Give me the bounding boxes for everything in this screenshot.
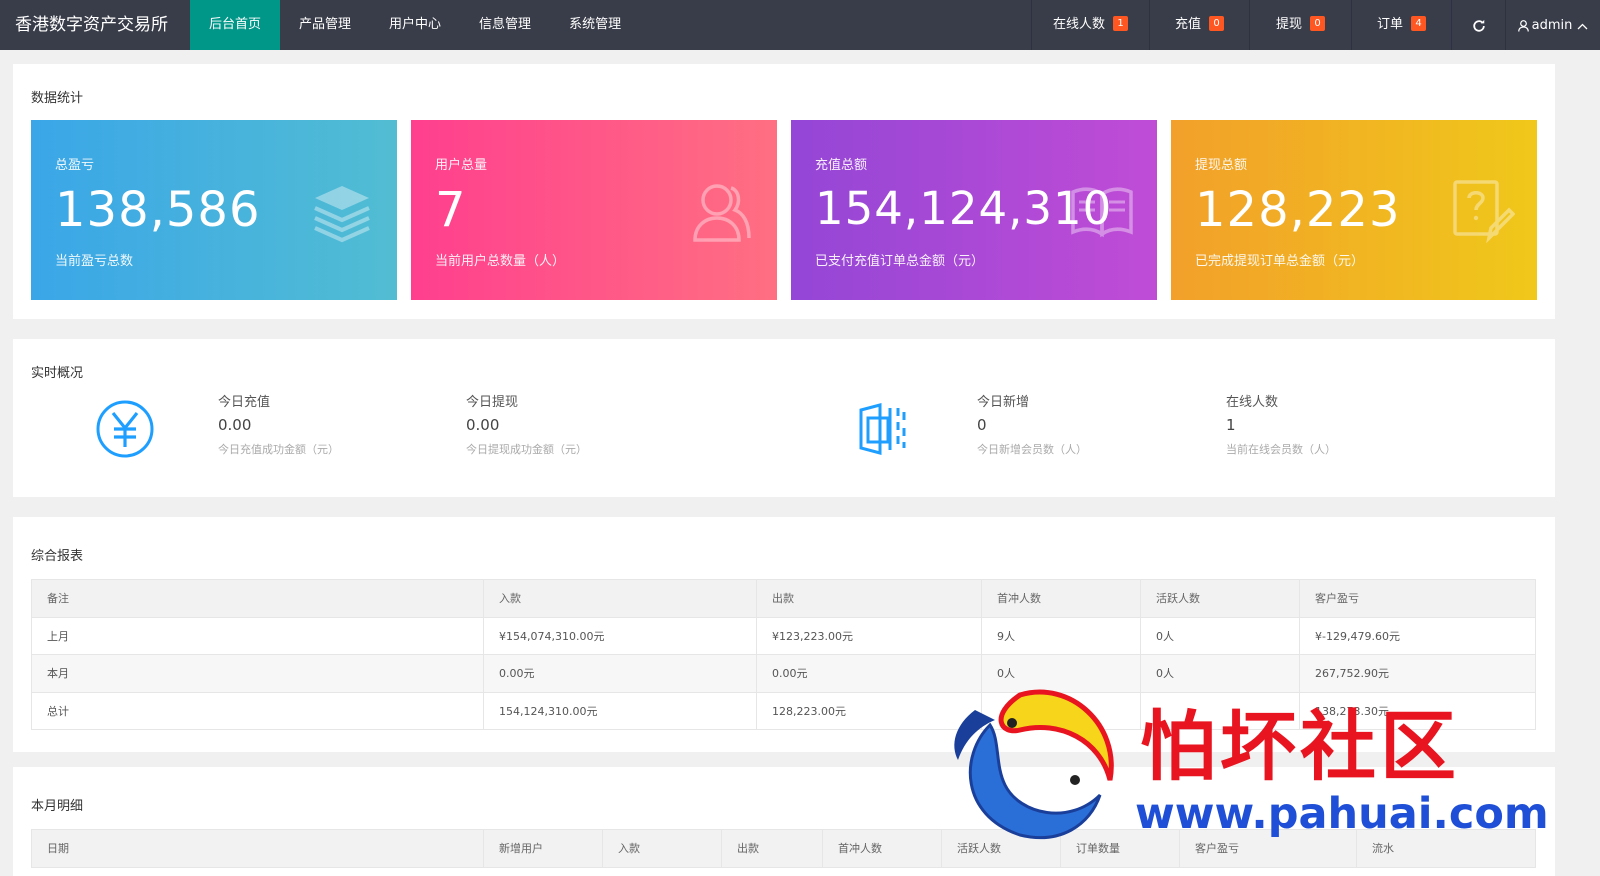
- card-label: 总盈亏: [55, 158, 95, 173]
- table-row: 上月 ¥154,074,310.00元 ¥123,223.00元 9人 0人 ¥…: [31, 616, 1536, 655]
- today-recharge-desc: 今日充值成功金额（元）: [218, 443, 339, 456]
- col-remark: 备注: [31, 579, 484, 618]
- realtime-title: 实时概况: [31, 366, 84, 381]
- orders-label: 订单: [1376, 17, 1403, 32]
- cell-remark: 本月: [31, 654, 484, 693]
- nav-users[interactable]: 用户中心: [370, 0, 460, 50]
- user-icon: [1517, 0, 1529, 50]
- withdraw-label: 提现: [1275, 17, 1302, 32]
- cell-outgo: 0.00元: [756, 654, 982, 693]
- admin-username: admin: [1531, 18, 1573, 33]
- today-new-desc: 今日新增会员数（人）: [977, 443, 1087, 456]
- online-count-badge: 1: [1113, 16, 1128, 31]
- app-logo[interactable]: 香港数字资产交易所: [0, 0, 190, 50]
- layers-icon: [314, 186, 370, 243]
- fish-logo-icon: [954, 689, 1114, 840]
- today-withdraw: 今日提现 0.00 今日提现成功金额（元）: [466, 391, 587, 457]
- today-withdraw-value: 0.00: [466, 416, 500, 434]
- online-count-link[interactable]: 在线人数 1: [1031, 0, 1149, 50]
- cell-remark: 总计: [31, 691, 484, 730]
- stats-panel: 数据统计 总盈亏 138,586 当前盈亏总数 用户总量 7 当前用户总数量（人…: [13, 64, 1555, 319]
- help-edit-icon: [1453, 180, 1515, 244]
- today-new-members: 今日新增 0 今日新增会员数（人）: [977, 391, 1087, 457]
- card-withdraw-total[interactable]: 提现总额 128,223 已完成提现订单总金额（元）: [1171, 120, 1537, 300]
- withdraw-badge: 0: [1310, 16, 1325, 31]
- col-outgo: 出款: [756, 579, 982, 618]
- nav-system[interactable]: 系统管理: [550, 0, 640, 50]
- recharge-badge: 0: [1209, 16, 1224, 31]
- col-income: 入款: [602, 829, 722, 868]
- door-icon: [859, 403, 906, 455]
- col-date: 日期: [31, 829, 484, 868]
- card-value: 7: [435, 182, 467, 238]
- today-recharge: 今日充值 0.00 今日充值成功金额（元）: [218, 391, 339, 457]
- today-recharge-value: 0.00: [218, 416, 252, 434]
- today-new-label: 今日新增: [977, 395, 1030, 410]
- online-desc: 当前在线会员数（人）: [1226, 443, 1336, 456]
- col-client-pl: 客户盈亏: [1299, 579, 1536, 618]
- col-income: 入款: [483, 579, 757, 618]
- cell-income: 0.00元: [483, 654, 757, 693]
- online-members: 在线人数 1 当前在线会员数（人）: [1226, 391, 1336, 457]
- cell-client-pl: ¥-129,479.60元: [1299, 616, 1536, 655]
- cell-active: 0人: [1140, 616, 1300, 655]
- today-withdraw-label: 今日提现: [466, 395, 519, 410]
- report-title: 综合报表: [31, 549, 84, 564]
- recharge-label: 充值: [1174, 17, 1201, 32]
- nav-home[interactable]: 后台首页: [190, 0, 281, 50]
- today-withdraw-desc: 今日提现成功金额（元）: [466, 443, 587, 456]
- cell-outgo: 128,223.00元: [756, 691, 982, 730]
- realtime-panel: 实时概况 今日充值 0.00 今日充值成功金额（元） 今日提现 0.00 今日提…: [13, 339, 1555, 497]
- yuan-icon: [96, 400, 154, 458]
- watermark: 怕坏社区 www.pahuai.com: [950, 685, 1600, 876]
- card-user-total[interactable]: 用户总量 7 当前用户总数量（人）: [411, 120, 777, 300]
- main-nav: 后台首页 产品管理 用户中心 信息管理 系统管理: [190, 0, 640, 50]
- orders-link[interactable]: 订单 4: [1351, 0, 1451, 50]
- nav-info[interactable]: 信息管理: [460, 0, 550, 50]
- col-first-deposit: 首冲人数: [822, 829, 942, 868]
- cell-outgo: ¥123,223.00元: [756, 616, 982, 655]
- card-total-profit[interactable]: 总盈亏 138,586 当前盈亏总数: [31, 120, 397, 300]
- card-recharge-total[interactable]: 充值总额 154,124,310 已支付充值订单总金额（元）: [791, 120, 1157, 300]
- admin-menu[interactable]: admin: [1505, 0, 1600, 50]
- online-value: 1: [1226, 416, 1236, 434]
- cell-income: 154,124,310.00元: [483, 691, 757, 730]
- monthly-title: 本月明细: [31, 799, 84, 814]
- card-label: 提现总额: [1195, 158, 1248, 173]
- refresh-icon[interactable]: [1451, 0, 1505, 50]
- nav-products[interactable]: 产品管理: [280, 0, 370, 50]
- book-icon: [1071, 187, 1133, 238]
- card-label: 用户总量: [435, 158, 488, 173]
- top-navbar: 香港数字资产交易所 后台首页 产品管理 用户中心 信息管理 系统管理 在线人数 1…: [0, 0, 1600, 50]
- card-desc: 当前盈亏总数: [55, 254, 134, 269]
- chevron-up-icon: [1577, 1, 1588, 51]
- recharge-link[interactable]: 充值 0: [1149, 0, 1249, 50]
- card-value: 154,124,310: [815, 182, 1113, 235]
- col-active: 活跃人数: [1140, 579, 1300, 618]
- card-label: 充值总额: [815, 158, 868, 173]
- right-nav: 在线人数 1 充值 0 提现 0 订单 4 admin: [1031, 0, 1600, 50]
- col-new-users: 新增用户: [483, 829, 603, 868]
- orders-badge: 4: [1411, 16, 1426, 31]
- withdraw-link[interactable]: 提现 0: [1249, 0, 1351, 50]
- col-first-deposit: 首冲人数: [981, 579, 1141, 618]
- watermark-text: 怕坏社区: [1140, 702, 1460, 791]
- cell-income: ¥154,074,310.00元: [483, 616, 757, 655]
- card-desc: 当前用户总数量（人）: [435, 254, 566, 269]
- online-count-label: 在线人数: [1052, 17, 1105, 32]
- today-new-value: 0: [977, 416, 987, 434]
- watermark-url: www.pahuai.com: [1135, 789, 1549, 839]
- card-value: 128,223: [1195, 182, 1401, 238]
- card-desc: 已支付充值订单总金额（元）: [815, 254, 985, 269]
- users-icon: [693, 184, 751, 242]
- card-value: 138,586: [55, 182, 261, 238]
- online-label: 在线人数: [1226, 395, 1279, 410]
- card-desc: 已完成提现订单总金额（元）: [1195, 254, 1365, 269]
- today-recharge-label: 今日充值: [218, 395, 271, 410]
- cell-first-deposit: 9人: [981, 616, 1141, 655]
- stats-title: 数据统计: [31, 91, 84, 106]
- col-outgo: 出款: [721, 829, 823, 868]
- cell-remark: 上月: [31, 616, 484, 655]
- table-header-row: 备注 入款 出款 首冲人数 活跃人数 客户盈亏: [31, 579, 1536, 618]
